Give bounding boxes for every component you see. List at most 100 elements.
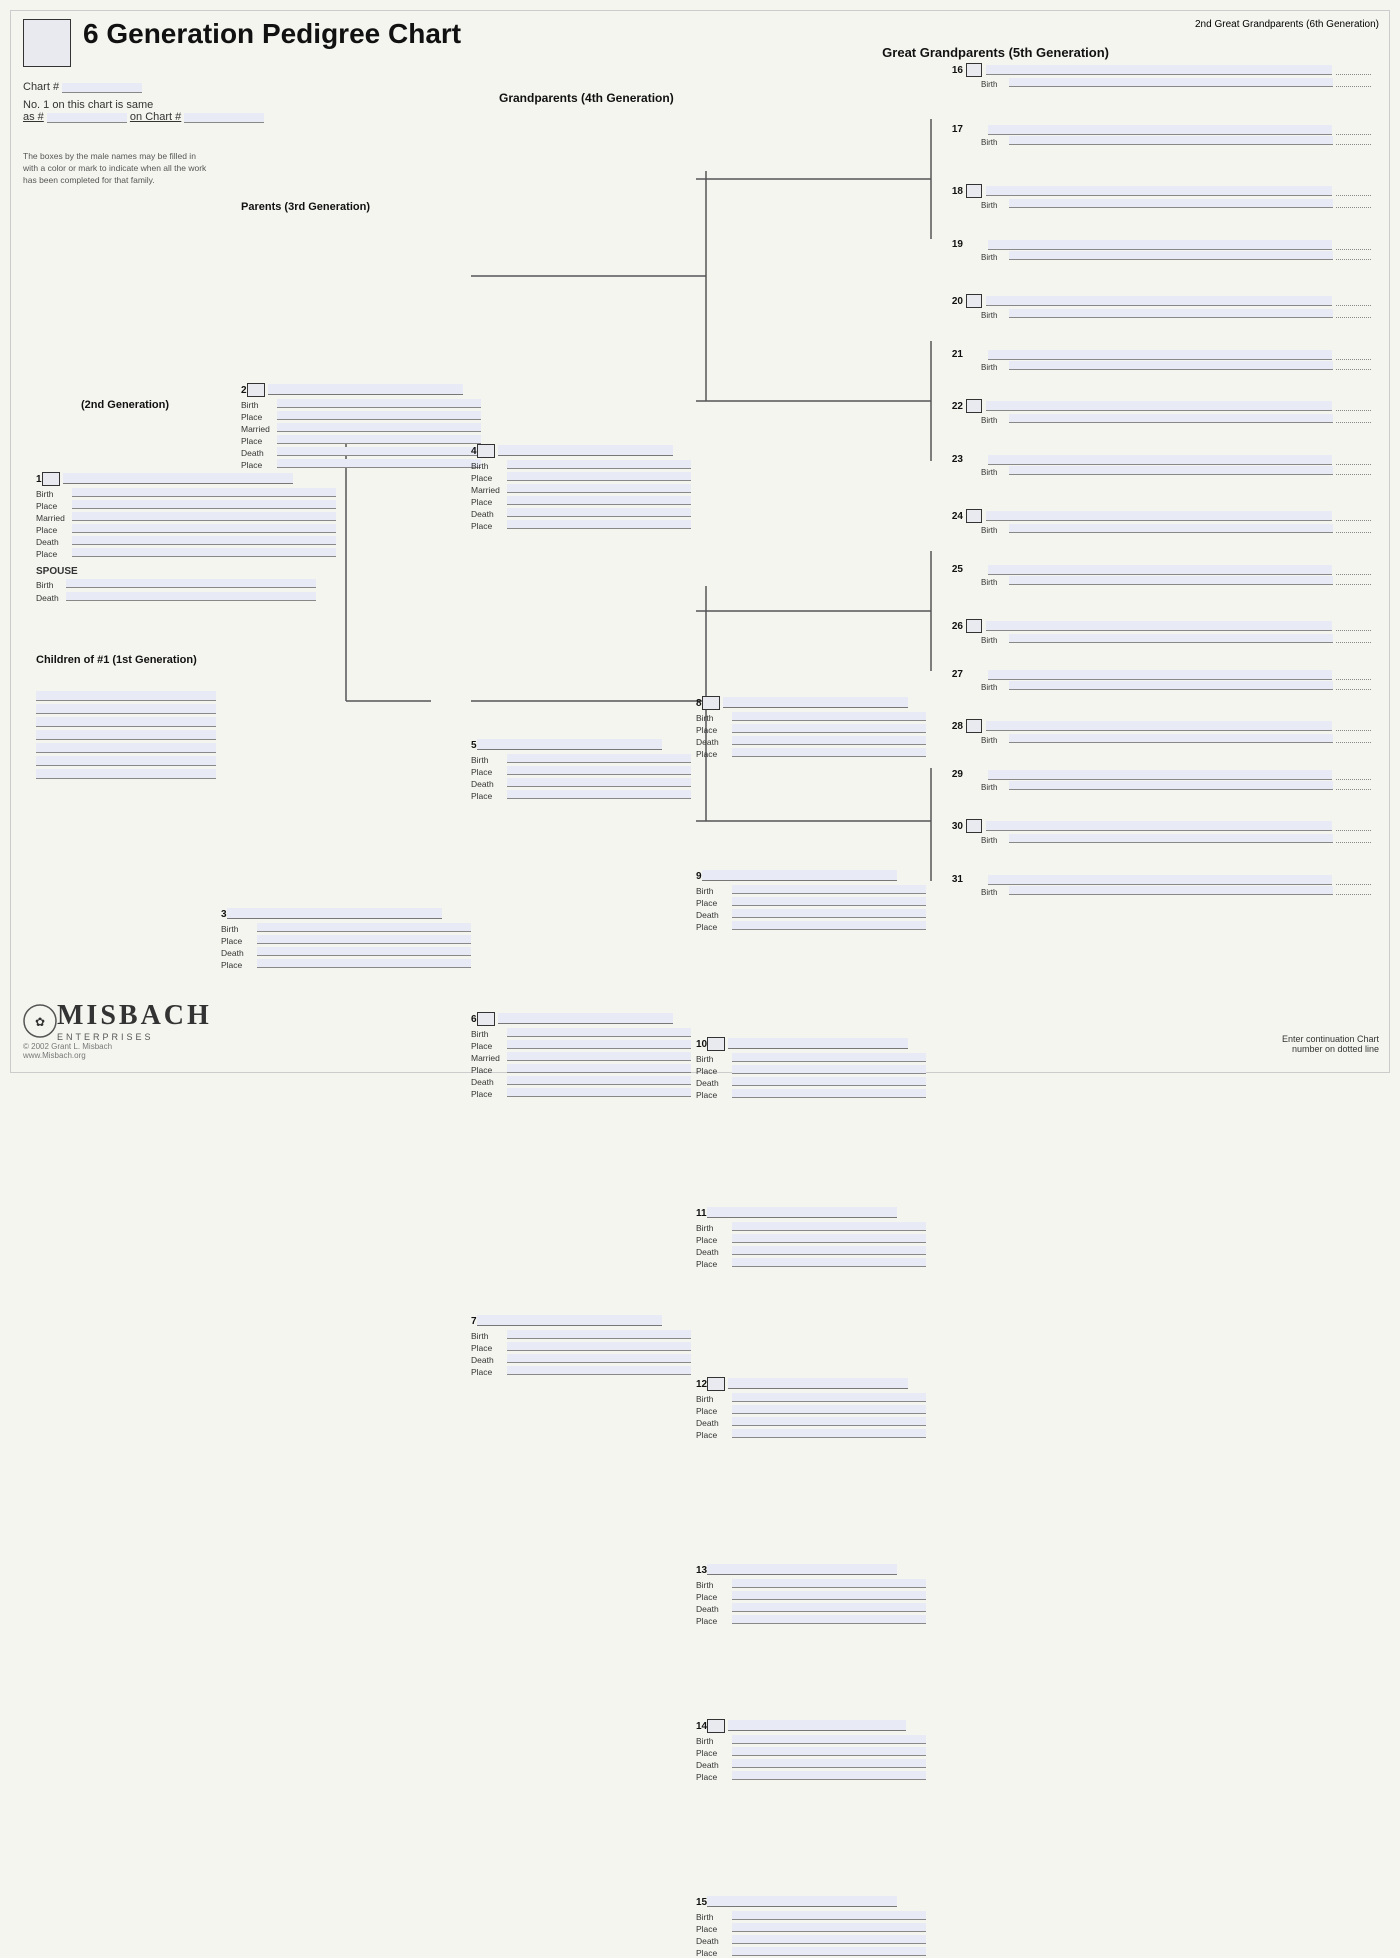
p14-place1[interactable] xyxy=(732,1747,926,1756)
p23-birth-cont[interactable] xyxy=(1336,466,1371,475)
p19-cont[interactable] xyxy=(1336,240,1371,250)
p3-place1[interactable] xyxy=(257,935,471,944)
p29-name[interactable] xyxy=(988,770,1332,780)
p3-place2[interactable] xyxy=(257,959,471,968)
p10-place2[interactable] xyxy=(732,1089,926,1098)
person-10-name[interactable] xyxy=(728,1038,908,1049)
p1-birth[interactable] xyxy=(72,488,336,497)
p22-birth[interactable] xyxy=(1009,414,1333,423)
p15-place2[interactable] xyxy=(732,1947,926,1956)
p30-name[interactable] xyxy=(986,821,1332,831)
p16-birth[interactable] xyxy=(1009,78,1333,87)
p26-birth-cont[interactable] xyxy=(1336,634,1371,643)
person-5-name[interactable] xyxy=(477,739,662,750)
p7-birth[interactable] xyxy=(507,1330,691,1339)
p22-name[interactable] xyxy=(986,401,1332,411)
p29-birth-cont[interactable] xyxy=(1336,781,1371,790)
p24-birth[interactable] xyxy=(1009,524,1333,533)
p1-married[interactable] xyxy=(72,512,336,521)
p18-birth[interactable] xyxy=(1009,199,1333,208)
p2-place1[interactable] xyxy=(277,411,481,420)
person-13-name[interactable] xyxy=(707,1564,897,1575)
p1-death[interactable] xyxy=(72,536,336,545)
p4-place2[interactable] xyxy=(507,496,691,505)
p31-name[interactable] xyxy=(988,875,1332,885)
person-12-name[interactable] xyxy=(728,1378,908,1389)
child-2-line[interactable] xyxy=(36,704,216,714)
p12-place1[interactable] xyxy=(732,1405,926,1414)
spouse-birth-input[interactable] xyxy=(66,579,316,588)
same-as-chart-input[interactable] xyxy=(184,113,264,123)
p11-death[interactable] xyxy=(732,1246,926,1255)
p25-birth-cont[interactable] xyxy=(1336,576,1371,585)
p4-birth[interactable] xyxy=(507,460,691,469)
p7-place2[interactable] xyxy=(507,1366,691,1375)
chart-num-input[interactable] xyxy=(62,83,142,93)
p15-birth[interactable] xyxy=(732,1911,926,1920)
p9-birth[interactable] xyxy=(732,885,926,894)
p11-birth[interactable] xyxy=(732,1222,926,1231)
person-6-name[interactable] xyxy=(498,1013,673,1024)
p23-name[interactable] xyxy=(988,455,1332,465)
p15-death[interactable] xyxy=(732,1935,926,1944)
p12-place2[interactable] xyxy=(732,1429,926,1438)
p20-birth[interactable] xyxy=(1009,309,1333,318)
person-9-name[interactable] xyxy=(702,870,897,881)
p30-birth[interactable] xyxy=(1009,834,1333,843)
p10-death[interactable] xyxy=(732,1077,926,1086)
p25-birth[interactable] xyxy=(1009,576,1333,585)
child-5-line[interactable] xyxy=(36,743,216,753)
p31-cont[interactable] xyxy=(1336,875,1371,885)
p16-cont[interactable] xyxy=(1336,65,1371,75)
p30-birth-cont[interactable] xyxy=(1336,834,1371,843)
child-3-line[interactable] xyxy=(36,717,216,727)
p2-place2[interactable] xyxy=(277,435,481,444)
p28-birth-cont[interactable] xyxy=(1336,734,1371,743)
child-7-line[interactable] xyxy=(36,769,216,779)
person-7-name[interactable] xyxy=(477,1315,662,1326)
p17-cont[interactable] xyxy=(1336,125,1371,135)
person-8-name[interactable] xyxy=(723,697,908,708)
p18-birth-cont[interactable] xyxy=(1336,199,1371,208)
p8-birth[interactable] xyxy=(732,712,926,721)
p11-place1[interactable] xyxy=(732,1234,926,1243)
p23-cont[interactable] xyxy=(1336,455,1371,465)
p31-birth[interactable] xyxy=(1009,886,1333,895)
p19-birth-cont[interactable] xyxy=(1336,251,1371,260)
p2-place3[interactable] xyxy=(277,459,481,468)
p17-birth-cont[interactable] xyxy=(1336,136,1371,145)
p6-place1[interactable] xyxy=(507,1040,691,1049)
p5-place2[interactable] xyxy=(507,790,691,799)
p6-birth[interactable] xyxy=(507,1028,691,1037)
p31-birth-cont[interactable] xyxy=(1336,886,1371,895)
p21-birth[interactable] xyxy=(1009,361,1333,370)
p18-cont[interactable] xyxy=(1336,186,1371,196)
p6-place3[interactable] xyxy=(507,1088,691,1097)
p2-birth[interactable] xyxy=(277,399,481,408)
p17-name[interactable] xyxy=(988,125,1332,135)
person-11-name[interactable] xyxy=(707,1207,897,1218)
p18-name[interactable] xyxy=(986,186,1332,196)
p7-place1[interactable] xyxy=(507,1342,691,1351)
p26-birth[interactable] xyxy=(1009,634,1333,643)
p14-place2[interactable] xyxy=(732,1771,926,1780)
p11-place2[interactable] xyxy=(732,1258,926,1267)
p21-birth-cont[interactable] xyxy=(1336,361,1371,370)
p13-death[interactable] xyxy=(732,1603,926,1612)
p15-place1[interactable] xyxy=(732,1923,926,1932)
p9-place2[interactable] xyxy=(732,921,926,930)
p23-birth[interactable] xyxy=(1009,466,1333,475)
p25-cont[interactable] xyxy=(1336,565,1371,575)
same-as-num-input[interactable] xyxy=(47,113,127,123)
p27-name[interactable] xyxy=(988,670,1332,680)
p21-cont[interactable] xyxy=(1336,350,1371,360)
child-6-line[interactable] xyxy=(36,756,216,766)
p1-place2[interactable] xyxy=(72,524,336,533)
p13-place1[interactable] xyxy=(732,1591,926,1600)
p2-married[interactable] xyxy=(277,423,481,432)
p17-birth[interactable] xyxy=(1009,136,1333,145)
p9-place1[interactable] xyxy=(732,897,926,906)
p20-name[interactable] xyxy=(986,296,1332,306)
p12-death[interactable] xyxy=(732,1417,926,1426)
p4-place3[interactable] xyxy=(507,520,691,529)
